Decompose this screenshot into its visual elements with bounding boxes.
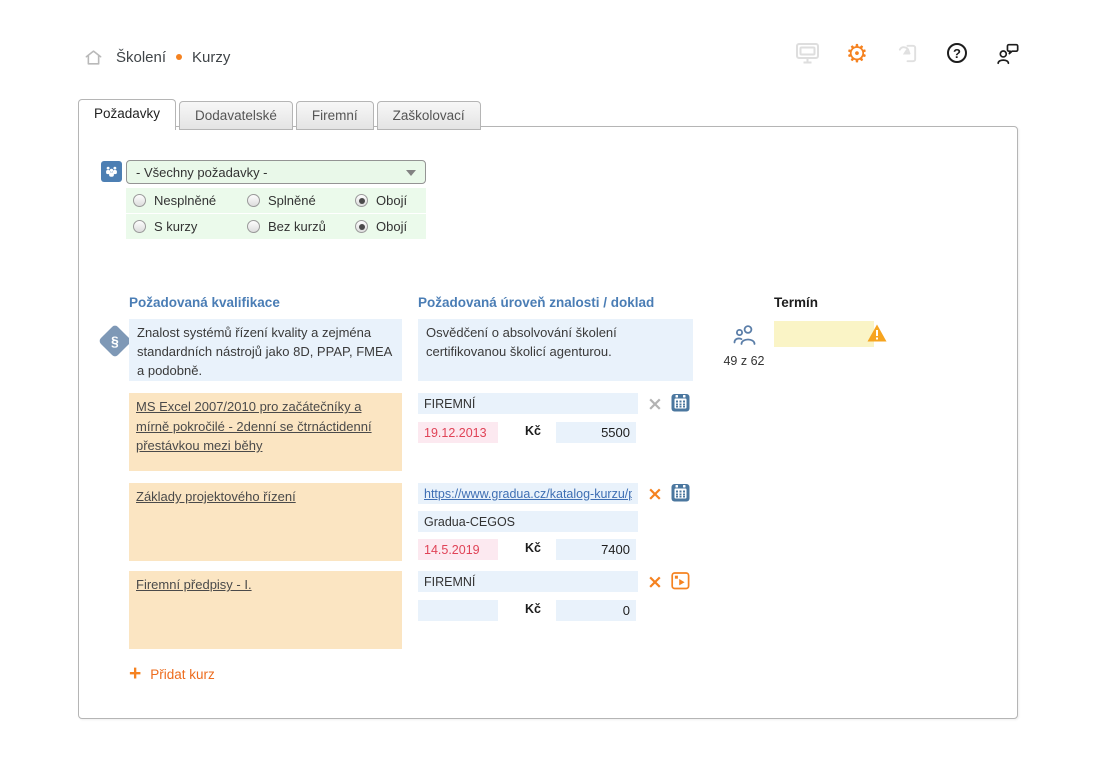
breadcrumb-separator-dot bbox=[176, 54, 182, 60]
course-provider-field-2[interactable]: Gradua-CEGOS bbox=[418, 511, 638, 532]
tab-bar: Požadavky Dodavatelské Firemní Zaškolova… bbox=[78, 99, 484, 130]
courses-radio-group: S kurzy Bez kurzů Obojí bbox=[126, 214, 426, 239]
calendar-play-icon[interactable] bbox=[671, 571, 691, 591]
currency-label: Kč bbox=[525, 602, 541, 616]
add-icon: + bbox=[129, 665, 141, 683]
currency-label: Kč bbox=[525, 424, 541, 438]
add-course-label: Přidat kurz bbox=[150, 667, 215, 682]
column-header-level: Požadovaná úroveň znalosti / doklad bbox=[418, 295, 654, 310]
calendar-icon[interactable] bbox=[671, 483, 691, 503]
column-header-qualification: Požadovaná kvalifikace bbox=[129, 295, 280, 310]
currency-label: Kč bbox=[525, 541, 541, 555]
column-header-term: Termín bbox=[774, 295, 818, 310]
course-price-field-2[interactable]: 7400 bbox=[556, 539, 636, 560]
requirement-qualification-cell: Znalost systémů řízení kvality a zejména… bbox=[129, 319, 402, 381]
gear-icon[interactable]: ⚙ bbox=[844, 40, 870, 66]
tab-zaskolovaci[interactable]: Zaškolovací bbox=[377, 101, 481, 130]
requirements-dropdown-value: - Všechny požadavky - bbox=[136, 165, 268, 180]
attendance: 49 z 62 bbox=[711, 323, 777, 368]
radio-circle bbox=[133, 194, 146, 207]
user-feedback-icon[interactable] bbox=[994, 40, 1020, 66]
page: Školení Kurzy ⚙ ? Požadavky Dodavatelské… bbox=[0, 0, 1100, 760]
topbar-icons: ⚙ ? bbox=[794, 40, 1020, 66]
dropdown-caret-icon bbox=[406, 170, 416, 176]
course-provider-field-1[interactable]: FIREMNÍ bbox=[418, 393, 638, 414]
course-provider-field-3[interactable]: FIREMNÍ bbox=[418, 571, 638, 592]
course-date-field-2[interactable]: 14.5.2019 bbox=[418, 539, 498, 560]
term-input[interactable] bbox=[774, 321, 874, 347]
course-link-2[interactable]: Základy projektového řízení bbox=[136, 489, 296, 504]
breadcrumb: Školení Kurzy bbox=[80, 44, 230, 70]
course-url-field-2: https://www.gradua.cz/katalog-kurzu/p bbox=[418, 483, 638, 504]
course-date-field-1[interactable]: 19.12.2013 bbox=[418, 422, 498, 443]
radio-oboji-2[interactable]: Obojí bbox=[355, 219, 407, 234]
breadcrumb-section[interactable]: Školení bbox=[116, 49, 166, 66]
breadcrumb-page: Kurzy bbox=[192, 49, 230, 66]
group-icon bbox=[101, 161, 122, 182]
remove-icon[interactable]: × bbox=[645, 394, 665, 414]
warning-icon bbox=[867, 324, 887, 347]
course-link-3[interactable]: Firemní předpisy - I. bbox=[136, 577, 252, 592]
remove-icon[interactable]: × bbox=[645, 572, 665, 592]
fulfillment-radio-group: Nesplněné Splněné Obojí bbox=[126, 188, 426, 213]
radio-s-kurzy[interactable]: S kurzy bbox=[133, 219, 247, 234]
radio-circle bbox=[355, 220, 368, 233]
radio-circle bbox=[247, 194, 260, 207]
remove-icon[interactable]: × bbox=[645, 484, 665, 504]
monitor-icon[interactable] bbox=[794, 40, 820, 66]
signin-icon[interactable] bbox=[894, 40, 920, 66]
course-price-field-1[interactable]: 5500 bbox=[556, 422, 636, 443]
course-title-cell: MS Excel 2007/2010 pro začátečníky a mír… bbox=[129, 393, 402, 471]
radio-circle bbox=[355, 194, 368, 207]
course-url-link-2[interactable]: https://www.gradua.cz/katalog-kurzu/p bbox=[424, 487, 632, 501]
tab-firemni[interactable]: Firemní bbox=[296, 101, 374, 130]
course-link-1[interactable]: MS Excel 2007/2010 pro začátečníky a mír… bbox=[136, 399, 372, 453]
course-price-field-3[interactable]: 0 bbox=[556, 600, 636, 621]
course-title-cell: Firemní předpisy - I. bbox=[129, 571, 402, 649]
radio-oboji-1[interactable]: Obojí bbox=[355, 193, 407, 208]
home-icon[interactable] bbox=[80, 44, 106, 70]
tab-panel: - Všechny požadavky - Nesplněné Splněné … bbox=[78, 126, 1018, 719]
attendance-icon bbox=[731, 334, 758, 351]
add-course-button[interactable]: + Přidat kurz bbox=[129, 665, 215, 683]
requirements-dropdown[interactable]: - Všechny požadavky - bbox=[126, 160, 426, 184]
radio-circle bbox=[247, 220, 260, 233]
calendar-icon[interactable] bbox=[671, 393, 691, 413]
tab-pozadavky[interactable]: Požadavky bbox=[78, 99, 176, 130]
section-icon: § bbox=[97, 323, 133, 359]
attendance-count: 49 z 62 bbox=[711, 354, 777, 368]
tab-dodavatelske[interactable]: Dodavatelské bbox=[179, 101, 293, 130]
radio-circle bbox=[133, 220, 146, 233]
help-icon[interactable]: ? bbox=[944, 40, 970, 66]
radio-splnene[interactable]: Splněné bbox=[247, 193, 355, 208]
radio-bez-kurzu[interactable]: Bez kurzů bbox=[247, 219, 355, 234]
course-title-cell: Základy projektového řízení bbox=[129, 483, 402, 561]
requirement-level-cell: Osvědčení o absolvování školení certifik… bbox=[418, 319, 693, 381]
radio-nesplnene[interactable]: Nesplněné bbox=[133, 193, 247, 208]
course-date-field-3[interactable] bbox=[418, 600, 498, 621]
